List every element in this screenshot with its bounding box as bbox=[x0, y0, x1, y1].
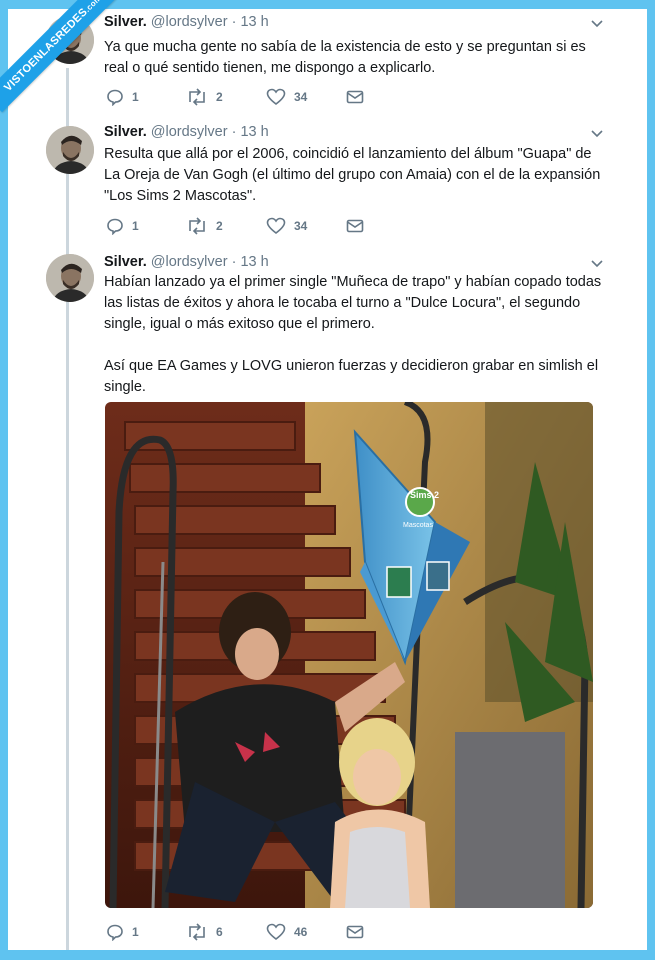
retweet-icon bbox=[189, 88, 205, 106]
separator: · bbox=[231, 124, 237, 140]
tweet-paragraph: Habían lanzado ya el primer single "Muñe… bbox=[104, 274, 602, 332]
heart-icon bbox=[266, 217, 286, 235]
reply-button[interactable]: 1 bbox=[106, 216, 139, 236]
avatar[interactable] bbox=[46, 254, 94, 302]
heart-icon bbox=[266, 923, 286, 941]
like-count: 46 bbox=[294, 925, 308, 939]
author-name[interactable]: Silver. bbox=[104, 254, 147, 270]
author-handle[interactable]: @lordsylver bbox=[151, 14, 228, 30]
tweet-photo[interactable]: Sims 2 Mascotas bbox=[105, 402, 593, 908]
tweet-actions: 1 6 46 bbox=[104, 922, 404, 942]
tweet-paragraph: Así que EA Games y LOVG unieron fuerzas … bbox=[104, 358, 599, 395]
reply-count: 1 bbox=[132, 925, 139, 939]
envelope-icon bbox=[346, 925, 364, 939]
retweet-count: 2 bbox=[216, 90, 223, 104]
separator: · bbox=[231, 14, 237, 30]
tweet-text: Ya que mucha gente no sabía de la existe… bbox=[104, 37, 604, 79]
envelope-icon bbox=[346, 90, 364, 104]
retweet-count: 2 bbox=[216, 219, 223, 233]
reply-button[interactable]: 1 bbox=[106, 922, 139, 942]
like-count: 34 bbox=[294, 90, 308, 104]
reply-button[interactable]: 1 bbox=[106, 87, 139, 107]
retweet-button[interactable]: 2 bbox=[186, 216, 223, 236]
direct-message-button[interactable] bbox=[346, 87, 372, 107]
retweet-icon bbox=[189, 217, 205, 235]
chevron-down-icon[interactable] bbox=[590, 19, 604, 29]
timestamp[interactable]: 13 h bbox=[240, 124, 268, 140]
tweet-text: Habían lanzado ya el primer single "Muñe… bbox=[104, 272, 604, 398]
author-name[interactable]: Silver. bbox=[104, 124, 147, 140]
tweet-header: Silver. @lordsylver · 13 h bbox=[104, 14, 269, 30]
like-button[interactable]: 34 bbox=[266, 87, 307, 107]
tweet-actions: 1 2 34 bbox=[104, 216, 404, 236]
chevron-down-icon[interactable] bbox=[590, 259, 604, 269]
author-handle[interactable]: @lordsylver bbox=[151, 254, 228, 270]
retweet-button[interactable]: 6 bbox=[186, 922, 223, 942]
separator: · bbox=[231, 254, 237, 270]
tweet-header: Silver. @lordsylver · 13 h bbox=[104, 254, 269, 270]
reply-icon bbox=[107, 924, 123, 941]
like-button[interactable]: 46 bbox=[266, 922, 307, 942]
reply-count: 1 bbox=[132, 90, 139, 104]
retweet-icon bbox=[189, 923, 205, 941]
direct-message-button[interactable] bbox=[346, 922, 372, 942]
like-button[interactable]: 34 bbox=[266, 216, 307, 236]
avatar[interactable] bbox=[46, 126, 94, 174]
envelope-icon bbox=[346, 219, 364, 233]
author-handle[interactable]: @lordsylver bbox=[151, 124, 228, 140]
reply-icon bbox=[107, 89, 123, 106]
plumbob-logo-text: Sims 2 bbox=[410, 490, 439, 500]
heart-icon bbox=[266, 88, 286, 106]
timestamp[interactable]: 13 h bbox=[240, 254, 268, 270]
thread-connector-line bbox=[66, 68, 69, 960]
chevron-down-icon[interactable] bbox=[590, 129, 604, 139]
tweet-paragraph: Resulta que allá por el 2006, coincidió … bbox=[104, 146, 601, 204]
tweet-paragraph: Ya que mucha gente no sabía de la existe… bbox=[104, 39, 586, 76]
timestamp[interactable]: 13 h bbox=[240, 14, 268, 30]
direct-message-button[interactable] bbox=[346, 216, 372, 236]
reply-count: 1 bbox=[132, 219, 139, 233]
author-name[interactable]: Silver. bbox=[104, 14, 147, 30]
tweet-text: Resulta que allá por el 2006, coincidió … bbox=[104, 144, 604, 207]
watermark-suffix: .com bbox=[82, 0, 104, 14]
like-count: 34 bbox=[294, 219, 308, 233]
retweet-button[interactable]: 2 bbox=[186, 87, 223, 107]
tweet-header: Silver. @lordsylver · 13 h bbox=[104, 124, 269, 140]
plumbob-sublabel: Mascotas bbox=[403, 522, 433, 529]
photo-stairs-and-people: Sims 2 Mascotas bbox=[105, 402, 593, 908]
tweet-actions: 1 2 34 bbox=[104, 87, 404, 107]
reply-icon bbox=[107, 218, 123, 235]
retweet-count: 6 bbox=[216, 925, 223, 939]
